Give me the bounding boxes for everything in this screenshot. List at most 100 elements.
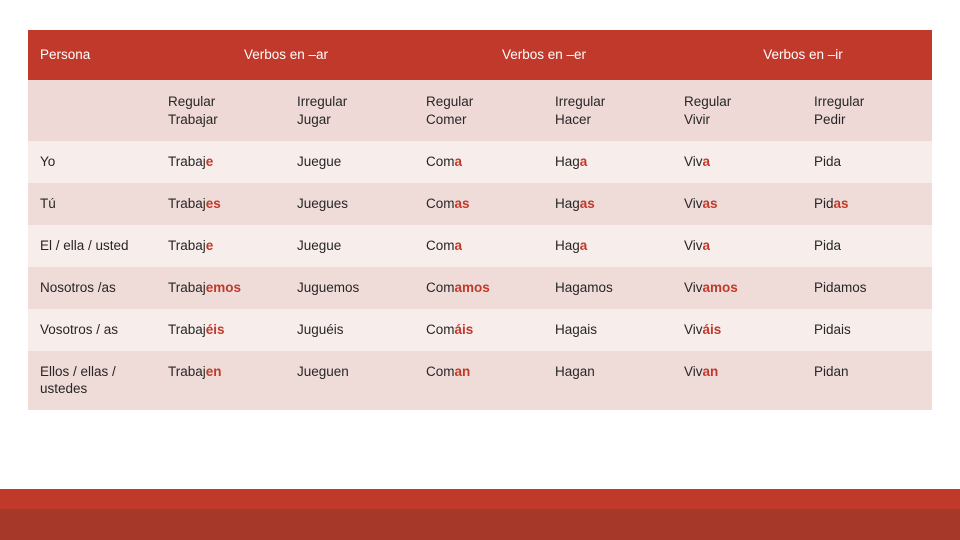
subheader-verb-1: Jugar bbox=[297, 111, 331, 127]
conjugation-cell: Hagan bbox=[543, 350, 672, 411]
subheader-blank bbox=[28, 79, 156, 142]
table-row: Yo Trabaje Juegue Com a Haga Viva Pida bbox=[28, 141, 932, 184]
verb-ending: as bbox=[702, 196, 718, 212]
conjugation-cell: Pida bbox=[802, 225, 932, 267]
conjugation-cell: Jueguen bbox=[285, 350, 414, 411]
conjugation-cell: Trabajes bbox=[156, 183, 285, 226]
subheader-col-2: Regular Comer bbox=[414, 79, 543, 142]
conjugation-cell: Hagais bbox=[543, 308, 672, 351]
table-row: Nosotros /as Trabajemos Juguemos Comamos… bbox=[28, 266, 932, 309]
verb-stem: Pidan bbox=[814, 363, 849, 379]
verb-ending: as bbox=[579, 196, 595, 212]
conjugation-cell: Pidais bbox=[802, 308, 932, 351]
verb-ending: éis bbox=[205, 321, 225, 337]
verb-stem: Com bbox=[426, 196, 455, 212]
conjugation-cell: Comas bbox=[414, 183, 543, 226]
subheader-verb-2: Comer bbox=[426, 111, 467, 127]
conjugation-cell: Hagamos bbox=[543, 266, 672, 309]
subheader-type-1: Irregular bbox=[297, 93, 348, 109]
verb-stem: Viv bbox=[684, 154, 703, 170]
verb-ending: as bbox=[454, 196, 470, 212]
table-row: El / ella / usted Trabaje Juegue Coma Ha… bbox=[28, 225, 932, 267]
verb-stem: Com bbox=[426, 363, 455, 379]
verb-ending: a bbox=[454, 238, 463, 254]
conjugation-cell: Comamos bbox=[414, 266, 543, 309]
verb-stem: Trabaj bbox=[168, 196, 206, 212]
verb-ending: emos bbox=[205, 279, 242, 295]
conjugation-cell: Comáis bbox=[414, 308, 543, 351]
conjugation-cell: Pidan bbox=[802, 350, 932, 411]
subheader-col-1: Irregular Jugar bbox=[285, 79, 414, 142]
conjugation-cell: Trabajen bbox=[156, 350, 285, 411]
conjugation-cell: Haga bbox=[543, 225, 672, 267]
conjugation-cell: Trabajemos bbox=[156, 266, 285, 309]
subheader-verb-4: Vivir bbox=[684, 111, 711, 127]
conjugation-cell: Vivan bbox=[672, 350, 802, 411]
subheader-type-4: Regular bbox=[684, 93, 732, 109]
verb-ending: es bbox=[205, 196, 221, 212]
subheader-col-3: Irregular Hacer bbox=[543, 79, 672, 142]
footer-bar bbox=[0, 509, 960, 540]
subheader-verb-3: Hacer bbox=[555, 111, 592, 127]
table-row: Vosotros / as Trabajéis Juguéis Comáis H… bbox=[28, 308, 932, 351]
verb-stem: Pida bbox=[814, 238, 842, 254]
verb-stem: Juegues bbox=[297, 196, 349, 212]
verb-stem: Trabaj bbox=[168, 363, 206, 379]
conjugation-cell: Juguéis bbox=[285, 308, 414, 351]
person-label: Ellos / ellas / ustedes bbox=[28, 350, 156, 411]
verb-stem: Hagais bbox=[555, 321, 598, 337]
conjugation-cell: Trabaje bbox=[156, 225, 285, 267]
conjugation-cell: Haga bbox=[543, 141, 672, 184]
verb-ending: a bbox=[702, 238, 711, 254]
verb-stem: Trabaj bbox=[168, 321, 206, 337]
verb-stem: Trabaj bbox=[168, 279, 206, 295]
conjugation-cell: Hagas bbox=[543, 183, 672, 226]
verb-ending: a bbox=[702, 154, 711, 170]
conjugation-cell: Juegue bbox=[285, 141, 414, 184]
verb-stem: Com bbox=[426, 238, 455, 254]
person-label: Vosotros / as bbox=[28, 308, 156, 351]
verb-ending: en bbox=[205, 363, 222, 379]
verb-ending: amos bbox=[702, 279, 738, 295]
verb-ending: e bbox=[205, 238, 214, 254]
verb-stem: Hagamos bbox=[555, 279, 613, 295]
conjugation-cell: Viváis bbox=[672, 308, 802, 351]
verb-stem: Com bbox=[426, 321, 455, 337]
table-row: Tú Trabajes Juegues Comas Hagas Vivas Pi… bbox=[28, 183, 932, 226]
conjugation-cell: Pida bbox=[802, 141, 932, 184]
verb-ending: as bbox=[833, 196, 849, 212]
subheader-verb-0: Trabajar bbox=[168, 111, 218, 127]
verb-stem: Trabaj bbox=[168, 154, 206, 170]
conjugation-cell: Juguemos bbox=[285, 266, 414, 309]
table-row: Ellos / ellas / ustedes Trabajen Jueguen… bbox=[28, 350, 932, 411]
header-group-ar: Verbos en –ar bbox=[156, 30, 414, 80]
conjugation-cell: Viva bbox=[672, 225, 802, 267]
verb-ending: an bbox=[702, 363, 719, 379]
verb-stem: Com bbox=[426, 154, 455, 170]
person-label: Nosotros /as bbox=[28, 266, 156, 309]
subheader-col-0: Regular Trabajar bbox=[156, 79, 285, 142]
conjugation-cell: Trabajéis bbox=[156, 308, 285, 351]
person-label: Tú bbox=[28, 183, 156, 226]
person-label: Yo bbox=[28, 141, 156, 184]
conjugation-cell: Pidas bbox=[802, 183, 932, 226]
verb-ending: áis bbox=[702, 321, 722, 337]
conjugation-cell: Viva bbox=[672, 141, 802, 184]
verb-stem: Viv bbox=[684, 363, 703, 379]
conjugation-cell: Coman bbox=[414, 350, 543, 411]
verb-stem: Viv bbox=[684, 279, 703, 295]
conjugation-table: Persona Verbos en –ar Verbos en –er Verb… bbox=[28, 30, 932, 411]
conjugation-cell: Vivas bbox=[672, 183, 802, 226]
subheader-col-5: Irregular Pedir bbox=[802, 79, 932, 142]
slide: Persona Verbos en –ar Verbos en –er Verb… bbox=[0, 0, 960, 540]
conjugation-cell: Pidamos bbox=[802, 266, 932, 309]
verb-stem: Hag bbox=[555, 196, 580, 212]
verb-stem: Hag bbox=[555, 238, 580, 254]
conjugation-cell: Trabaje bbox=[156, 141, 285, 184]
header-persona: Persona bbox=[28, 30, 156, 80]
verb-ending: áis bbox=[454, 321, 474, 337]
table-header-row: Persona Verbos en –ar Verbos en –er Verb… bbox=[28, 30, 932, 80]
header-group-er: Verbos en –er bbox=[414, 30, 672, 80]
verb-stem: Hagan bbox=[555, 363, 595, 379]
verb-stem: Juguemos bbox=[297, 279, 360, 295]
